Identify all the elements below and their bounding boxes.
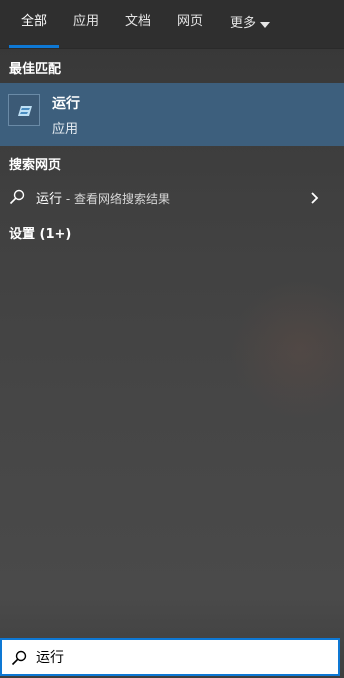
tab-apps[interactable]: 应用 bbox=[64, 0, 108, 48]
search-panel: 全部 应用 文档 网页 更多 最佳匹配 运行 应用 搜索网页 运行 - 查看网络… bbox=[0, 0, 344, 678]
tab-documents[interactable]: 文档 bbox=[116, 0, 160, 48]
active-tab-indicator bbox=[9, 45, 59, 48]
best-match-result[interactable]: 运行 应用 bbox=[0, 83, 344, 146]
search-icon bbox=[9, 189, 25, 209]
best-match-subtitle: 应用 bbox=[52, 122, 79, 137]
search-box[interactable] bbox=[0, 638, 340, 676]
tab-more[interactable]: 更多 bbox=[222, 0, 278, 48]
search-icon bbox=[11, 650, 27, 670]
tab-all[interactable]: 全部 bbox=[9, 0, 59, 48]
settings-heading[interactable]: 设置 (1+) bbox=[9, 223, 71, 242]
background-glow bbox=[230, 280, 344, 420]
chevron-down-icon bbox=[260, 22, 270, 28]
run-app-icon bbox=[8, 94, 40, 126]
search-input[interactable] bbox=[36, 645, 326, 669]
filter-tabs: 全部 应用 文档 网页 更多 bbox=[0, 0, 344, 49]
web-search-label: 运行 - 查看网络搜索结果 bbox=[36, 188, 170, 207]
web-search-heading: 搜索网页 bbox=[9, 158, 62, 173]
web-search-query: 运行 bbox=[36, 192, 63, 207]
best-match-heading: 最佳匹配 bbox=[9, 62, 62, 77]
web-search-result[interactable]: 运行 - 查看网络搜索结果 bbox=[0, 182, 344, 212]
tab-more-label: 更多 bbox=[229, 16, 256, 31]
chevron-right-icon[interactable] bbox=[310, 190, 320, 209]
tab-web[interactable]: 网页 bbox=[168, 0, 212, 48]
best-match-title: 运行 bbox=[52, 96, 80, 112]
web-search-suffix: - 查看网络搜索结果 bbox=[62, 192, 170, 206]
